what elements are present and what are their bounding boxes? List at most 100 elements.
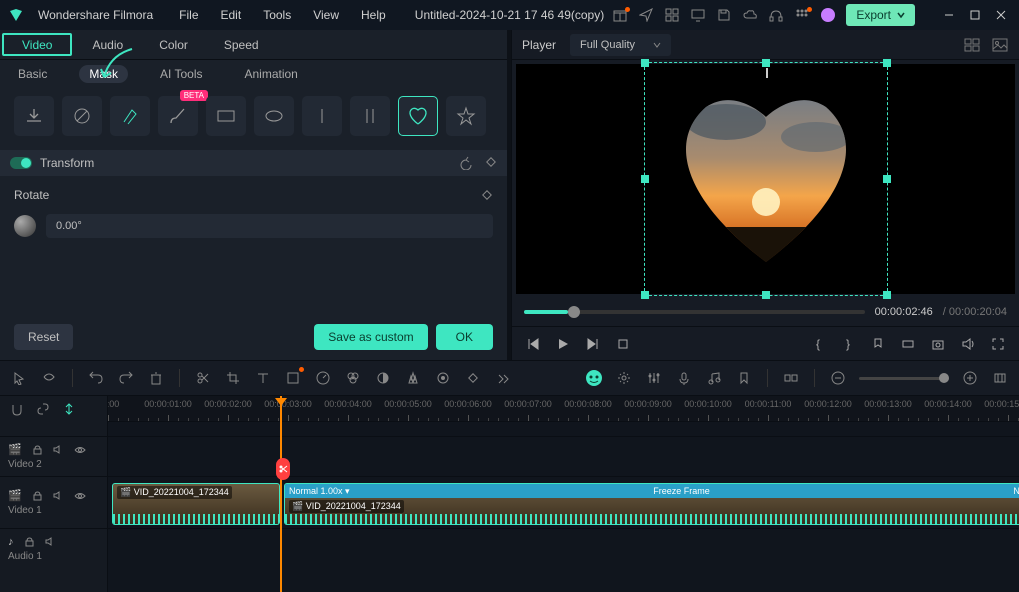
minimize-button[interactable] (939, 5, 959, 25)
handle-mid-right[interactable] (883, 175, 891, 183)
split-icon[interactable] (194, 369, 212, 387)
monitor-icon[interactable] (690, 7, 706, 23)
export-button[interactable]: Export (846, 4, 915, 26)
track-audio1-row[interactable] (108, 528, 1019, 568)
mask-ellipse-icon[interactable] (254, 96, 294, 136)
save-as-custom-button[interactable]: Save as custom (314, 324, 427, 350)
handle-top-mid[interactable] (762, 59, 770, 67)
crop-icon[interactable] (224, 369, 242, 387)
track-header-video1[interactable]: 🎬 Video 1 (0, 476, 107, 528)
menu-file[interactable]: File (179, 8, 198, 22)
prev-frame-icon[interactable] (524, 335, 542, 353)
lasso-icon[interactable] (40, 369, 58, 387)
eye-icon[interactable] (74, 445, 86, 455)
mask-brush-icon[interactable]: BETA (158, 96, 198, 136)
transform-section-header[interactable]: Transform (0, 150, 507, 176)
save-icon[interactable] (716, 7, 732, 23)
quality-select[interactable]: Full Quality (570, 34, 671, 56)
lock-icon[interactable] (32, 490, 43, 501)
seek-bar[interactable] (524, 310, 865, 314)
freeze-frame-icon[interactable] (284, 369, 302, 387)
handle-bottom-left[interactable] (641, 291, 649, 299)
lock-icon[interactable] (24, 536, 35, 547)
zoom-slider[interactable] (859, 377, 949, 380)
close-button[interactable] (991, 5, 1011, 25)
tab-color[interactable]: Color (141, 30, 206, 59)
play-icon[interactable] (554, 335, 572, 353)
settings-icon[interactable] (615, 369, 633, 387)
zoom-in-icon[interactable] (961, 369, 979, 387)
clip-1[interactable]: 🎬 VID_20221004_172344 (112, 483, 280, 525)
transition-icon[interactable] (374, 369, 392, 387)
undo-icon[interactable] (87, 369, 105, 387)
zoom-thumb[interactable] (939, 373, 949, 383)
maximize-button[interactable] (965, 5, 985, 25)
mask-import-icon[interactable] (14, 96, 54, 136)
group-icon[interactable] (782, 369, 800, 387)
color-grade-icon[interactable] (344, 369, 362, 387)
handle-bottom-mid[interactable] (762, 291, 770, 299)
track-header-audio1[interactable]: ♪ Audio 1 (0, 528, 107, 568)
handle-top-right[interactable] (883, 59, 891, 67)
rotate-dial[interactable] (14, 215, 36, 237)
tracks-content[interactable]: 00:0000:00:01:0000:00:02:0000:00:03:0000… (108, 396, 1019, 592)
menu-view[interactable]: View (313, 8, 339, 22)
delete-icon[interactable] (147, 369, 165, 387)
zoom-out-icon[interactable] (829, 369, 847, 387)
seek-thumb[interactable] (568, 306, 580, 318)
headphones-icon[interactable] (768, 7, 784, 23)
cloud-icon[interactable] (742, 7, 758, 23)
mask-heart-icon[interactable] (398, 96, 438, 136)
subtab-basic[interactable]: Basic (8, 65, 57, 83)
playhead[interactable] (280, 396, 282, 592)
mute-icon[interactable] (53, 444, 64, 455)
mic-icon[interactable] (675, 369, 693, 387)
marker-icon[interactable] (869, 335, 887, 353)
subtab-animation[interactable]: Animation (234, 65, 307, 83)
mask-pen-icon[interactable] (110, 96, 150, 136)
mask-double-line-icon[interactable] (350, 96, 390, 136)
tab-speed[interactable]: Speed (206, 30, 277, 59)
link-icon[interactable] (34, 400, 52, 418)
keyframe-transform-icon[interactable] (485, 156, 497, 170)
thumbnail-view-icon[interactable] (963, 36, 981, 54)
mixer-icon[interactable] (645, 369, 663, 387)
mask-none-icon[interactable] (62, 96, 102, 136)
mask-star-icon[interactable] (446, 96, 486, 136)
reset-button[interactable]: Reset (14, 324, 73, 350)
snapshot-icon[interactable] (929, 335, 947, 353)
keyframe-icon[interactable] (464, 369, 482, 387)
image-view-icon[interactable] (991, 36, 1009, 54)
send-icon[interactable] (638, 7, 654, 23)
music-icon[interactable] (705, 369, 723, 387)
more-tools-icon[interactable] (494, 369, 512, 387)
ai-assistant-icon[interactable] (585, 369, 603, 387)
lock-icon[interactable] (32, 444, 43, 455)
mute-icon[interactable] (45, 536, 56, 547)
menu-edit[interactable]: Edit (221, 8, 242, 22)
transform-toggle[interactable] (10, 157, 32, 169)
preview-viewport[interactable] (516, 64, 1015, 294)
profile-circle-icon[interactable] (820, 7, 836, 23)
text-icon[interactable] (254, 369, 272, 387)
brace-left-icon[interactable]: { (809, 335, 827, 353)
next-frame-icon[interactable] (584, 335, 602, 353)
eye-icon[interactable] (74, 491, 86, 501)
ok-button[interactable]: OK (436, 324, 493, 350)
mute-icon[interactable] (53, 490, 64, 501)
track-video2-row[interactable] (108, 436, 1019, 476)
greenscreen-icon[interactable] (434, 369, 452, 387)
zoom-fit-icon[interactable] (991, 369, 1009, 387)
menu-tools[interactable]: Tools (263, 8, 291, 22)
reset-transform-icon[interactable] (459, 156, 473, 170)
clip-2[interactable]: Normal 1.00x ▾ Freeze Frame Normal 1.00x… (284, 483, 1019, 525)
keyframe-rotate-icon[interactable] (481, 189, 493, 201)
handle-top-left[interactable] (641, 59, 649, 67)
split-marker-icon[interactable] (276, 458, 290, 480)
gift-icon[interactable] (612, 7, 628, 23)
brace-right-icon[interactable]: } (839, 335, 857, 353)
fullscreen-icon[interactable] (989, 335, 1007, 353)
dashboard-icon[interactable] (664, 7, 680, 23)
cursor-sync-icon[interactable] (60, 400, 78, 418)
pointer-tool-icon[interactable] (10, 369, 28, 387)
